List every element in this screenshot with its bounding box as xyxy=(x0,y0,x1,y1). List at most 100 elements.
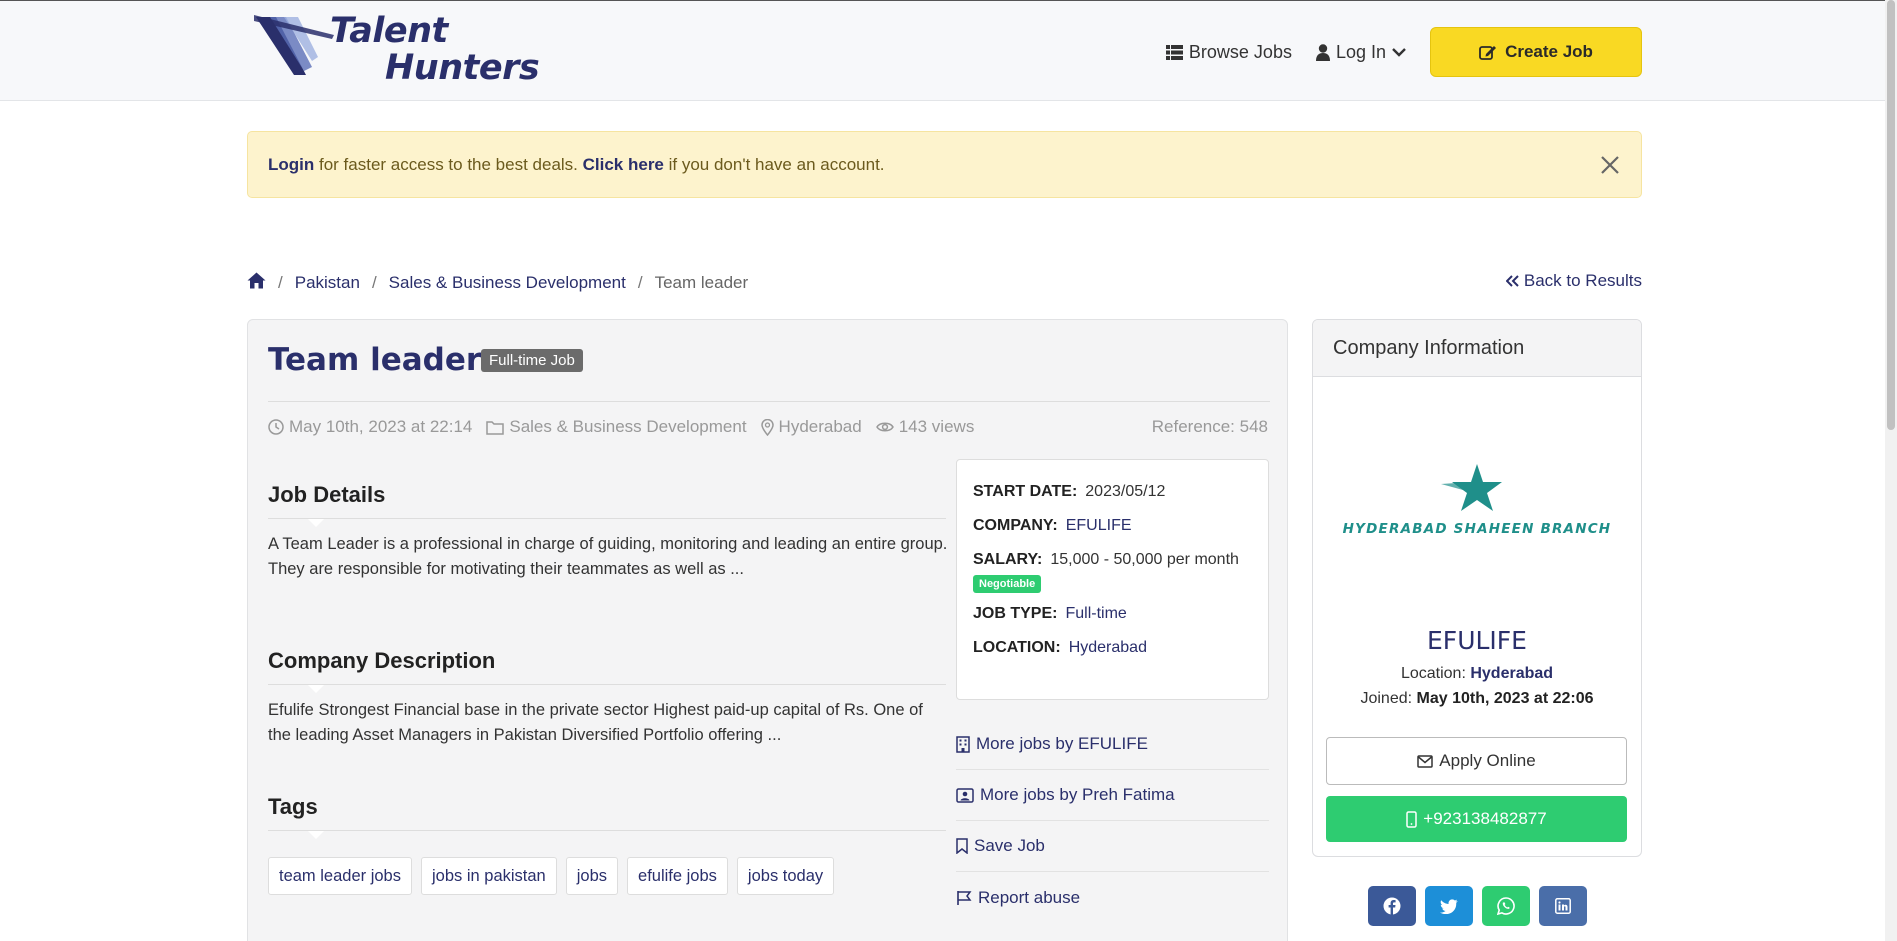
list-icon xyxy=(1165,44,1183,60)
job-details-heading: Job Details xyxy=(268,482,386,507)
divider xyxy=(268,518,946,527)
job-actions: More jobs by EFULIFE More jobs by Preh F… xyxy=(956,719,1269,923)
logo-text-line1: Talent xyxy=(330,11,448,51)
share-whatsapp-button[interactable] xyxy=(1482,886,1530,926)
mobile-phone-icon xyxy=(1406,810,1418,828)
company-name: EFULIFE xyxy=(1427,626,1527,655)
tag-item[interactable]: jobs in pakistan xyxy=(421,857,557,895)
company-row: COMPANY: EFULIFE xyxy=(973,517,1132,534)
share-twitter-button[interactable] xyxy=(1425,886,1473,926)
tag-item[interactable]: efulife jobs xyxy=(627,857,728,895)
flag-icon xyxy=(957,890,972,905)
home-icon xyxy=(247,272,266,289)
job-card: Team leader Full-time Job May 10th, 2023… xyxy=(247,319,1288,941)
folder-icon xyxy=(486,420,505,435)
login-alert: Login for faster access to the best deal… xyxy=(247,131,1642,198)
site-header: Talent Hunters Browse Jobs Log In Create… xyxy=(0,0,1897,101)
job-location: Hyderabad xyxy=(760,417,862,437)
job-details-text: A Team Leader is a professional in charg… xyxy=(268,535,948,578)
svg-text:HYDERABAD SHAHEEN BRANCH: HYDERABAD SHAHEEN BRANCH xyxy=(1343,521,1612,537)
map-marker-icon xyxy=(760,418,774,436)
breadcrumb-separator: / xyxy=(371,273,377,292)
login-label: Log In xyxy=(1335,41,1386,62)
location-row: LOCATION: Hyderabad xyxy=(973,639,1147,656)
logo-text: Talent Hunters xyxy=(330,11,540,88)
salary-row: SALARY: 15,000 - 50,000 per month Negotia… xyxy=(973,548,1252,594)
breadcrumb-country[interactable]: Pakistan xyxy=(295,273,360,293)
share-facebook-button[interactable] xyxy=(1368,886,1416,926)
create-job-label: Create Job xyxy=(1505,42,1593,61)
breadcrumb-category[interactable]: Sales & Business Development xyxy=(389,273,626,293)
job-summary: START DATE: 2023/05/12 COMPANY: EFULIFE SA… xyxy=(956,459,1269,700)
alert-register-link[interactable]: Click here xyxy=(583,155,664,174)
site-logo[interactable]: Talent Hunters xyxy=(254,13,540,93)
company-card-header: Company Information xyxy=(1313,320,1641,377)
back-to-results-link[interactable]: Back to Results xyxy=(1505,271,1642,291)
job-date: May 10th, 2023 at 22:14 xyxy=(268,417,472,437)
page-scrollbar[interactable] xyxy=(1885,0,1897,941)
alert-message: Login for faster access to the best deal… xyxy=(268,155,885,175)
logo-text-line2: Hunters xyxy=(385,48,540,88)
company-logo[interactable]: HYDERABAD SHAHEEN BRANCH xyxy=(1331,460,1623,545)
tag-item[interactable]: jobs today xyxy=(736,857,835,895)
divider xyxy=(268,830,946,839)
job-views: 143 views xyxy=(875,417,974,437)
divider xyxy=(268,401,1270,402)
close-icon[interactable] xyxy=(1597,152,1623,178)
share-buttons xyxy=(1368,886,1587,926)
job-type-row: JOB TYPE: Full-time xyxy=(973,605,1127,622)
scrollbar-thumb[interactable] xyxy=(1887,0,1895,430)
more-jobs-by-company-link[interactable]: More jobs by EFULIFE xyxy=(956,719,1269,770)
more-jobs-by-user-link[interactable]: More jobs by Preh Fatima xyxy=(956,770,1269,821)
create-job-button[interactable]: Create Job xyxy=(1430,27,1642,77)
company-joined: Joined: May 10th, 2023 at 22:06 xyxy=(1360,690,1594,707)
clock-icon xyxy=(268,419,284,435)
tag-item[interactable]: team leader jobs xyxy=(268,857,412,895)
job-type-badge: Full-time Job xyxy=(481,349,583,372)
building-icon xyxy=(956,735,970,753)
bookmark-icon xyxy=(956,838,968,854)
linkedin-icon xyxy=(1555,898,1571,914)
logo-mark-icon xyxy=(254,15,334,75)
edit-icon xyxy=(1479,45,1497,60)
company-card: Company Information HYDERABAD SHAHEEN BR… xyxy=(1312,319,1642,857)
facebook-icon xyxy=(1383,897,1401,915)
browse-jobs-link[interactable]: Browse Jobs xyxy=(1165,41,1292,63)
start-date-row: START DATE: 2023/05/12 xyxy=(973,483,1166,500)
company-description-text: Efulife Strongest Financial base in the … xyxy=(268,701,923,744)
tags-heading: Tags xyxy=(268,794,318,819)
job-reference: Reference: 548 xyxy=(1151,417,1268,436)
envelope-icon xyxy=(1417,754,1434,768)
call-phone-button[interactable]: +923138482877 xyxy=(1326,796,1627,842)
double-chevron-left-icon xyxy=(1505,275,1519,287)
tag-list: team leader jobs jobs in pakistan jobs e… xyxy=(268,857,835,895)
negotiable-badge: Negotiable xyxy=(973,575,1042,593)
company-location: Location: Hyderabad xyxy=(1400,665,1554,682)
breadcrumb: / Pakistan / Sales & Business Developmen… xyxy=(247,272,748,294)
id-card-icon xyxy=(956,787,974,803)
breadcrumb-separator: / xyxy=(278,273,283,292)
breadcrumb-current: Team leader xyxy=(654,273,749,292)
user-icon xyxy=(1315,43,1330,61)
save-job-link[interactable]: Save Job xyxy=(956,821,1269,872)
chevron-down-icon xyxy=(1392,48,1406,57)
divider xyxy=(268,684,946,693)
main-nav: Browse Jobs Log In Create Job xyxy=(1165,27,1642,77)
tag-item[interactable]: jobs xyxy=(565,857,619,895)
alert-text-2: if you don't have an account. xyxy=(663,154,885,174)
job-meta: May 10th, 2023 at 22:14 Sales & Business… xyxy=(268,417,974,437)
job-category: Sales & Business Development xyxy=(486,417,747,437)
alert-text-1: for faster access to the best deals. xyxy=(314,154,583,174)
back-label: Back to Results xyxy=(1523,271,1642,290)
login-dropdown[interactable]: Log In xyxy=(1315,41,1406,63)
browse-jobs-label: Browse Jobs xyxy=(1188,41,1292,62)
report-abuse-link[interactable]: Report abuse xyxy=(956,872,1269,923)
share-linkedin-button[interactable] xyxy=(1539,886,1587,926)
whatsapp-icon xyxy=(1497,897,1515,915)
apply-online-button[interactable]: Apply Online xyxy=(1326,737,1627,785)
alert-login-link[interactable]: Login xyxy=(268,155,314,174)
company-description-heading: Company Description xyxy=(268,648,496,673)
breadcrumb-home[interactable] xyxy=(247,272,266,294)
job-title: Team leader xyxy=(268,342,482,378)
breadcrumb-separator: / xyxy=(637,273,643,292)
